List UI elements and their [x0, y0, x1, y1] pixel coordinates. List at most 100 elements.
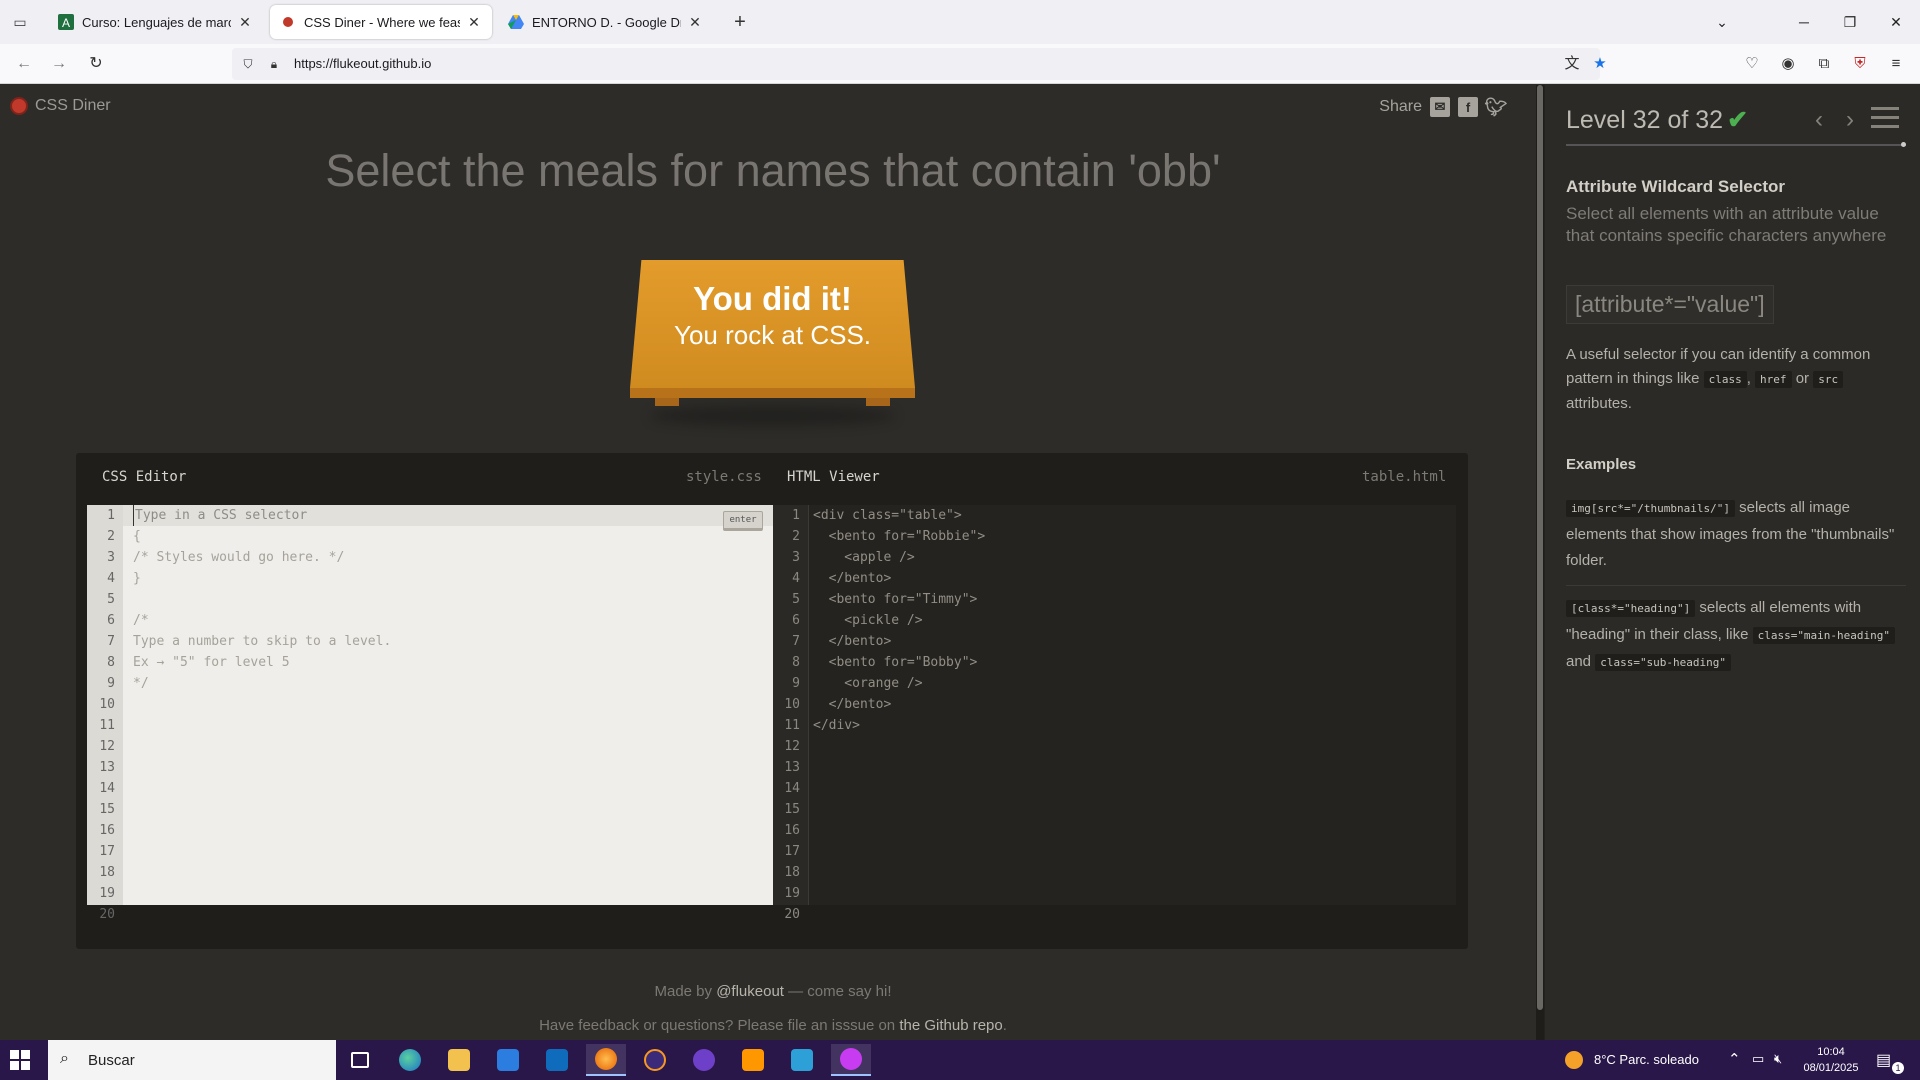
google-drive-icon [508, 14, 524, 30]
lock-icon[interactable]: 🔒︎ [266, 56, 282, 72]
page-scrollbar[interactable] [1536, 85, 1544, 1040]
forward-button[interactable]: → [47, 52, 71, 76]
tab-google-drive[interactable]: ENTORNO D. - Google Drive ✕ [498, 5, 713, 39]
tab-overflow-chevron-icon[interactable]: ⌄ [1708, 8, 1736, 36]
win-message-title: You did it! [693, 280, 852, 317]
pocket-icon[interactable]: ♡ [1742, 54, 1762, 74]
discord-icon[interactable] [831, 1044, 871, 1076]
line-number: 1 [792, 508, 800, 523]
level-progress-bar [1566, 142, 1906, 147]
table-leg [866, 398, 890, 406]
line-number: 20 [784, 907, 800, 922]
menu-icon[interactable]: ≡ [1886, 54, 1906, 74]
line-number: 9 [107, 676, 115, 691]
extensions-icon[interactable]: ⧉ [1814, 54, 1834, 74]
code-line: <bento for="Timmy"> [813, 592, 978, 607]
example-divider [1566, 585, 1906, 586]
css-selector-input[interactable] [133, 505, 673, 526]
hint-text: attributes. [1566, 395, 1632, 412]
line-number: 6 [107, 613, 115, 628]
account-icon[interactable]: ◉ [1778, 54, 1798, 74]
line-number: 18 [99, 865, 115, 880]
shield-icon[interactable]: ⛉ [240, 56, 256, 72]
line-number: 8 [792, 655, 800, 670]
twitter-icon[interactable]: 🐦︎ [1485, 97, 1508, 117]
close-tab-icon[interactable]: ✕ [237, 14, 253, 31]
github-desktop-icon[interactable] [684, 1044, 724, 1076]
taskbar-search[interactable]: ⌕ [48, 1040, 336, 1080]
outlook-icon[interactable] [537, 1044, 577, 1076]
tray-chevron-icon[interactable]: ⌃ [1728, 1050, 1741, 1068]
table-leg [655, 398, 679, 406]
visual-studio-icon[interactable] [782, 1044, 822, 1076]
line-number: 5 [792, 592, 800, 607]
weather-text[interactable]: 8°C Parc. soleado [1594, 1052, 1699, 1067]
flukeout-link[interactable]: @flukeout [716, 983, 784, 1000]
taskbar-clock[interactable]: 10:04 08/01/2025 [1796, 1044, 1866, 1076]
url-text[interactable]: https://flukeout.github.io [294, 56, 431, 71]
css-editor: 1 2 3 4 5 6 7 8 9 10 11 12 13 14 15 16 17 18 19 20 {/* Styl… [87, 505, 773, 922]
line-number: 7 [792, 634, 800, 649]
line-number: 5 [107, 592, 115, 607]
reload-button[interactable]: ↻ [84, 52, 108, 76]
line-number: 12 [784, 739, 800, 754]
scrollbar-thumb[interactable] [1537, 85, 1543, 1010]
restore-button[interactable]: ❐ [1836, 8, 1864, 36]
close-tab-icon[interactable]: ✕ [687, 14, 703, 31]
line-number: 3 [107, 550, 115, 565]
store-icon[interactable] [488, 1044, 528, 1076]
line-number: 14 [784, 781, 800, 796]
html-code: <div class="table"> <bento for="Robbie">… [813, 505, 985, 736]
notifications-icon[interactable]: ▤ [1876, 1050, 1891, 1070]
weather-icon[interactable] [1560, 1044, 1588, 1076]
tab-list-icon[interactable]: ▭ [10, 12, 30, 32]
enter-button[interactable]: enter [723, 511, 763, 531]
email-icon[interactable]: ✉ [1430, 97, 1450, 117]
address-bar[interactable]: ⛉ 🔒︎ https://flukeout.github.io [232, 48, 1600, 80]
css-code: {/* Styles would go here. */} /* Type a nu… [133, 505, 391, 694]
next-level-button[interactable]: › [1838, 107, 1862, 133]
css-diner-favicon-icon [280, 14, 296, 30]
line-number: 18 [784, 865, 800, 880]
task-view-icon[interactable] [340, 1044, 380, 1076]
sublime-text-icon[interactable] [733, 1044, 773, 1076]
windows-start-icon[interactable] [10, 1050, 30, 1070]
network-icon[interactable]: ▭ [1752, 1051, 1764, 1067]
code-line: </div> [813, 718, 860, 733]
moodle-icon: A [58, 14, 74, 30]
code-line: */ [133, 676, 149, 691]
line-number: 9 [792, 676, 800, 691]
taskbar-search-input[interactable] [88, 1050, 318, 1070]
code-line: </bento> [813, 634, 892, 649]
translate-icon[interactable]: 文 [1562, 54, 1582, 74]
tab-css-diner[interactable]: CSS Diner - Where we feast on ✕ [270, 5, 492, 39]
line-number: 10 [99, 697, 115, 712]
firefox-icon[interactable] [586, 1044, 626, 1076]
code-line: <pickle /> [813, 613, 923, 628]
bookmark-star-icon[interactable]: ★ [1590, 54, 1610, 74]
logo: CSS Diner [10, 97, 111, 115]
example-text: and [1566, 653, 1596, 670]
facebook-icon[interactable]: f [1458, 97, 1478, 117]
close-tab-icon[interactable]: ✕ [466, 14, 482, 31]
back-button[interactable]: ← [12, 52, 36, 76]
selector-name: Attribute Wildcard Selector [1566, 177, 1785, 196]
volume-muted-icon[interactable]: 🔇︎ [1774, 1051, 1782, 1067]
new-tab-button[interactable]: + [728, 10, 752, 34]
code-line: /* [133, 613, 149, 628]
close-window-button[interactable]: ✕ [1882, 8, 1910, 36]
html-viewer-title: HTML Viewer [787, 469, 880, 485]
eclipse-icon[interactable] [635, 1044, 675, 1076]
previous-level-button[interactable]: ‹ [1807, 107, 1831, 133]
ublock-icon[interactable]: ⛨ [1850, 54, 1870, 74]
browser-navbar: ← → ↻ ⛉ 🔒︎ https://flukeout.github.io 文 … [0, 44, 1920, 84]
minimize-button[interactable]: ─ [1790, 8, 1818, 36]
file-explorer-icon[interactable] [439, 1044, 479, 1076]
tab-curso[interactable]: A Curso: Lenguajes de marcas y s ✕ [48, 5, 263, 39]
edge-icon[interactable] [390, 1044, 430, 1076]
browser-tabstrip: ▭ A Curso: Lenguajes de marcas y s ✕ CSS… [0, 0, 1920, 44]
github-repo-link[interactable]: the Github repo [899, 1017, 1002, 1034]
windows-taskbar: ⌕ 8°C Parc. soleado ⌃ ▭ 🔇︎ 10:04 08/01/2… [0, 1040, 1920, 1080]
page: CSS Diner Share ✉ f 🐦︎ Select the meals … [0, 85, 1920, 1040]
level-menu-button[interactable] [1871, 107, 1899, 131]
